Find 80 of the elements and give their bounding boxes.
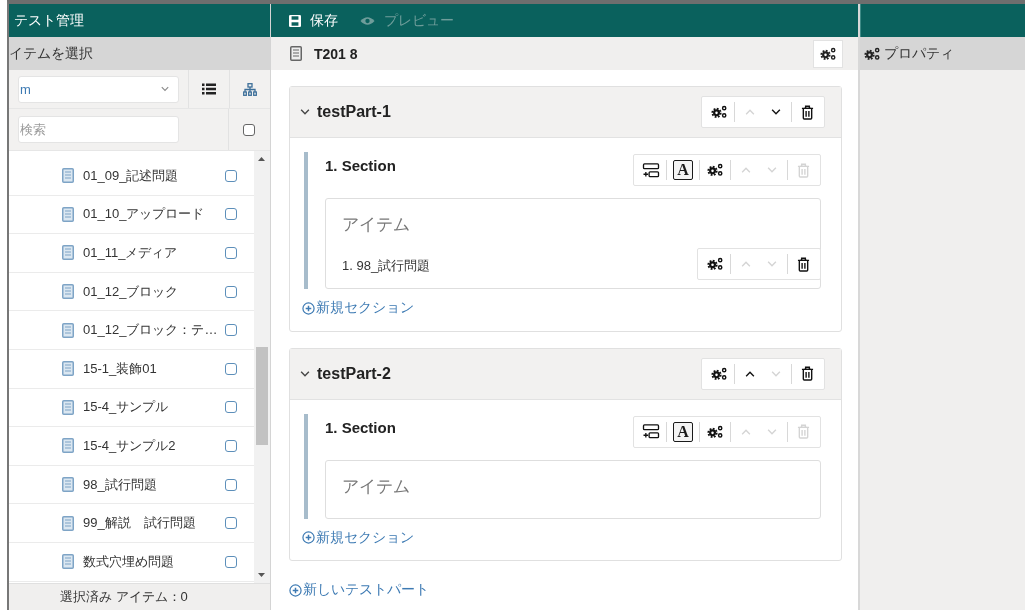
section-title: 1. Section bbox=[325, 156, 396, 174]
eye-icon bbox=[360, 15, 375, 26]
item-checkbox[interactable] bbox=[225, 478, 237, 491]
document-icon bbox=[290, 46, 302, 61]
scroll-down-arrow-icon bbox=[258, 573, 265, 577]
item-checkbox[interactable] bbox=[225, 208, 237, 221]
add-section-link[interactable]: 新規セクション bbox=[302, 299, 414, 317]
item-row[interactable]: 99_解説 試行問題 bbox=[9, 504, 254, 543]
item-row[interactable]: 15-1_装飾01 bbox=[9, 349, 254, 389]
plus-circle-icon bbox=[302, 301, 315, 315]
item-label: 15-4_サンプル2 bbox=[83, 436, 177, 455]
panel-title: プロパティ bbox=[884, 44, 954, 63]
item-checkbox[interactable] bbox=[225, 362, 237, 375]
item-checkbox[interactable] bbox=[225, 555, 237, 568]
text-format-button[interactable]: A bbox=[673, 421, 693, 442]
document-icon bbox=[62, 168, 74, 184]
item-title: 1. 98_試行問題 bbox=[342, 257, 431, 275]
item-row[interactable]: 15-4_サンプル2 bbox=[9, 427, 254, 466]
item-label: 01_11_メディア bbox=[83, 244, 179, 262]
add-section-link[interactable]: 新規セクション bbox=[302, 528, 414, 547]
item-row[interactable]: 01_12_ブロック bbox=[9, 272, 254, 312]
scrollbar-thumb[interactable] bbox=[256, 347, 268, 445]
test-part-title: testPart-1 bbox=[317, 103, 392, 121]
document-icon bbox=[62, 515, 74, 531]
item-checkbox[interactable] bbox=[225, 285, 237, 298]
filter-dropdown[interactable]: m bbox=[18, 75, 179, 103]
test-part-title: testPart-2 bbox=[317, 364, 392, 383]
item-row[interactable]: 01_11_メディア bbox=[9, 234, 254, 273]
document-icon bbox=[62, 477, 74, 493]
settings-button[interactable] bbox=[813, 39, 843, 68]
item-row[interactable]: 01_10_アップロード bbox=[9, 195, 254, 235]
scroll-up-arrow-icon bbox=[258, 157, 265, 161]
test-title: T201 8 bbox=[314, 45, 359, 62]
document-icon bbox=[62, 399, 74, 415]
document-icon bbox=[62, 438, 74, 454]
item-checkbox[interactable] bbox=[225, 401, 237, 414]
plus-circle-icon bbox=[302, 531, 315, 544]
item-label: 01_12_ブロック bbox=[83, 282, 180, 301]
document-icon bbox=[62, 322, 74, 338]
items-heading: アイテム bbox=[342, 214, 411, 236]
selected-count: 選択済み アイテム：0 bbox=[60, 588, 188, 606]
items-heading: アイテム bbox=[342, 475, 411, 498]
list-icon bbox=[202, 83, 216, 95]
chevron-down-icon bbox=[160, 84, 170, 94]
text-format-button[interactable]: A bbox=[673, 160, 693, 180]
document-icon bbox=[62, 361, 74, 377]
item-label: 99_解説 試行問題 bbox=[83, 514, 197, 533]
item-checkbox[interactable] bbox=[225, 439, 237, 452]
add-test-part-link[interactable]: 新しいテストパート bbox=[289, 581, 429, 599]
item-checkbox[interactable] bbox=[225, 247, 237, 259]
app-title: テスト管理 bbox=[14, 11, 84, 30]
gears-icon bbox=[819, 46, 837, 61]
item-label: 01_10_アップロード bbox=[83, 205, 206, 224]
item-checkbox[interactable] bbox=[225, 169, 237, 182]
document-icon bbox=[62, 206, 74, 222]
item-row[interactable]: 98_試行問題 bbox=[9, 465, 254, 505]
search-field[interactable]: 検索 bbox=[18, 116, 179, 143]
document-icon bbox=[62, 554, 74, 570]
item-checkbox[interactable] bbox=[225, 517, 237, 530]
plus-circle-icon bbox=[289, 583, 302, 597]
document-icon bbox=[62, 284, 74, 300]
item-row[interactable]: 15-4_サンプル bbox=[9, 388, 254, 428]
sitemap-icon bbox=[243, 82, 257, 96]
save-button[interactable]: 保存 bbox=[289, 11, 338, 30]
section-title: 1. Section bbox=[325, 417, 396, 436]
select-all-checkbox[interactable] bbox=[243, 123, 255, 136]
item-row[interactable]: 01_09_記述問題 bbox=[9, 157, 254, 196]
gears-icon bbox=[864, 46, 881, 61]
panel-title: イテムを選択 bbox=[9, 44, 93, 63]
item-label: 98_試行問題 bbox=[83, 475, 158, 494]
item-row[interactable]: 数式穴埋め問題 bbox=[9, 542, 254, 582]
item-label: 01_09_記述問題 bbox=[83, 166, 180, 185]
scrollbar[interactable] bbox=[254, 151, 270, 583]
document-icon bbox=[62, 245, 74, 261]
item-label: 15-4_サンプル bbox=[83, 398, 170, 417]
item-row[interactable]: 01_12_ブロック：テ… bbox=[9, 311, 254, 350]
item-checkbox[interactable] bbox=[225, 324, 237, 337]
item-label: 01_12_ブロック：テ… bbox=[83, 321, 219, 340]
item-label: 数式穴埋め問題 bbox=[83, 552, 175, 571]
item-label: 15-1_装飾01 bbox=[83, 359, 158, 378]
